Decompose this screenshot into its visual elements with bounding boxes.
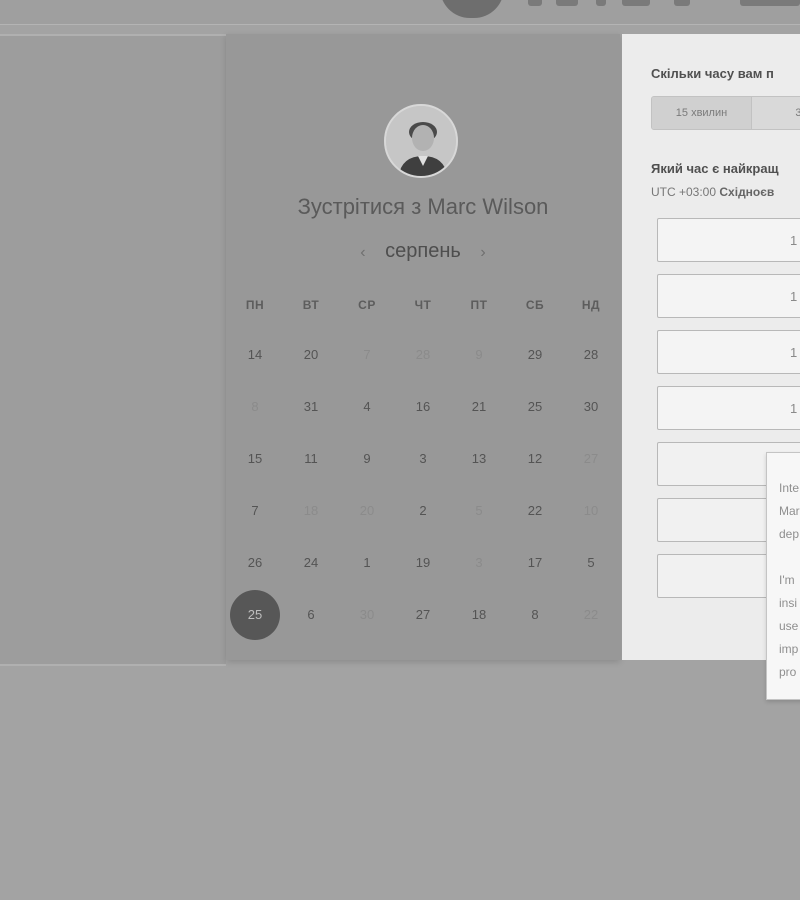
month-navigation: ‹ серпень › — [226, 240, 620, 263]
bio-text-line: dep — [779, 527, 800, 541]
calendar-day[interactable]: 27 — [398, 590, 448, 640]
calendar-day[interactable]: 12 — [510, 434, 560, 484]
calendar-day[interactable]: 30 — [342, 590, 392, 640]
calendar-day[interactable]: 18 — [454, 590, 504, 640]
top-bar — [0, 0, 800, 25]
duration-option-30[interactable]: 30 — [752, 97, 800, 129]
weekday-label: СР — [358, 298, 376, 312]
calendar-day[interactable]: 22 — [566, 590, 616, 640]
calendar-day[interactable]: 15 — [230, 434, 280, 484]
calendar-day[interactable]: 28 — [566, 330, 616, 380]
calendar-day[interactable]: 25 — [510, 382, 560, 432]
logo-fragment — [596, 0, 606, 6]
logo — [440, 0, 504, 18]
calendar-day[interactable]: 28 — [398, 330, 448, 380]
selected-day[interactable]: 25 — [230, 590, 280, 640]
bio-text-line: insi — [779, 596, 798, 610]
person-avatar-icon — [386, 106, 456, 176]
time-slot-button[interactable]: 1 — [657, 218, 800, 262]
weekday-label: ПН — [245, 298, 265, 312]
calendar-day[interactable]: 11 — [286, 434, 336, 484]
calendar-day[interactable]: 16 — [398, 382, 448, 432]
calendar-day[interactable]: 2 — [398, 486, 448, 536]
calendar-day[interactable]: 21 — [454, 382, 504, 432]
calendar-day[interactable]: 7 — [230, 486, 280, 536]
organizer-title: Зустрітися з Marc Wilson — [297, 194, 549, 219]
calendar-day[interactable]: 4 — [342, 382, 392, 432]
bio-text-line: pro — [779, 665, 797, 679]
weekday-label: ЧТ — [414, 298, 432, 312]
calendar-panel: Зустрітися з Marc Wilson ‹ серпень › ПН В… — [226, 34, 620, 660]
weekday-label: НД — [581, 298, 601, 312]
weekday-label: ПТ — [470, 298, 488, 312]
calendar-day[interactable]: 7 — [342, 330, 392, 380]
calendar-day[interactable]: 22 — [510, 486, 560, 536]
organizer-bio-popover: Inte Mar dep I'm insi use imp pro — [766, 452, 800, 700]
timezone-label: UTC +03:00 Східноєв — [651, 185, 774, 199]
calendar-day[interactable]: 18 — [286, 486, 336, 536]
bio-text-line: Mar — [779, 504, 800, 518]
calendar-day[interactable]: 10 — [566, 486, 616, 536]
duration-option-15[interactable]: 15 хвилин — [652, 97, 752, 129]
logo-fragment — [528, 0, 542, 6]
calendar-day[interactable]: 3 — [398, 434, 448, 484]
chevron-left-icon[interactable]: ‹ — [360, 244, 365, 261]
weekday-label: СБ — [525, 298, 545, 312]
bio-text-line: use — [779, 619, 799, 633]
calendar-day[interactable]: 20 — [286, 330, 336, 380]
calendar-day[interactable]: 5 — [566, 538, 616, 588]
bio-text-line: Inte — [779, 481, 800, 495]
calendar-day[interactable]: 31 — [286, 382, 336, 432]
calendar-day[interactable]: 13 — [454, 434, 504, 484]
bio-text-line: imp — [779, 642, 799, 656]
calendar-day[interactable]: 6 — [286, 590, 336, 640]
bio-text-line: I'm — [779, 573, 795, 587]
time-slot-button[interactable]: 1 — [657, 330, 800, 374]
time-slot-label: 1 — [790, 233, 798, 248]
calendar-day[interactable]: 17 — [510, 538, 560, 588]
time-slot-button[interactable]: 1 — [657, 274, 800, 318]
calendar-day[interactable]: 8 — [510, 590, 560, 640]
month-label: серпень — [385, 240, 461, 262]
weekday-label: ВТ — [302, 298, 320, 312]
left-side-panel — [0, 34, 226, 666]
time-slot-button[interactable]: 1 — [657, 386, 800, 430]
organizer-avatar — [384, 104, 458, 178]
calendar-day[interactable]: 9 — [342, 434, 392, 484]
timezone-offset: UTC +03:00 — [651, 185, 717, 199]
time-slot-label: 1 — [790, 289, 798, 304]
logo-fragment — [556, 0, 578, 6]
calendar-day[interactable]: 20 — [342, 486, 392, 536]
logo-fragment — [674, 0, 690, 6]
calendar-day[interactable]: 9 — [454, 330, 504, 380]
calendar-day[interactable]: 3 — [454, 538, 504, 588]
duration-selector: 15 хвилин 30 — [651, 96, 800, 130]
time-slot-label: 1 — [790, 345, 798, 360]
calendar-day[interactable]: 29 — [510, 330, 560, 380]
time-question: Який час є найкращ — [651, 161, 779, 176]
calendar-day[interactable]: 30 — [566, 382, 616, 432]
logo-fragment — [622, 0, 650, 6]
calendar-day[interactable]: 27 — [566, 434, 616, 484]
time-slot-label: 1 — [790, 401, 798, 416]
calendar-day[interactable]: 24 — [286, 538, 336, 588]
calendar-day[interactable]: 8 — [230, 382, 280, 432]
duration-question: Скільки часу вам п — [651, 66, 774, 81]
calendar-day[interactable]: 5 — [454, 486, 504, 536]
logo-fragment — [740, 0, 800, 6]
calendar-day[interactable]: 26 — [230, 538, 280, 588]
calendar-day[interactable]: 1 — [342, 538, 392, 588]
calendar-day[interactable]: 19 — [398, 538, 448, 588]
calendar-day[interactable]: 14 — [230, 330, 280, 380]
chevron-right-icon[interactable]: › — [480, 244, 485, 261]
timezone-name: Східноєв — [719, 185, 775, 199]
